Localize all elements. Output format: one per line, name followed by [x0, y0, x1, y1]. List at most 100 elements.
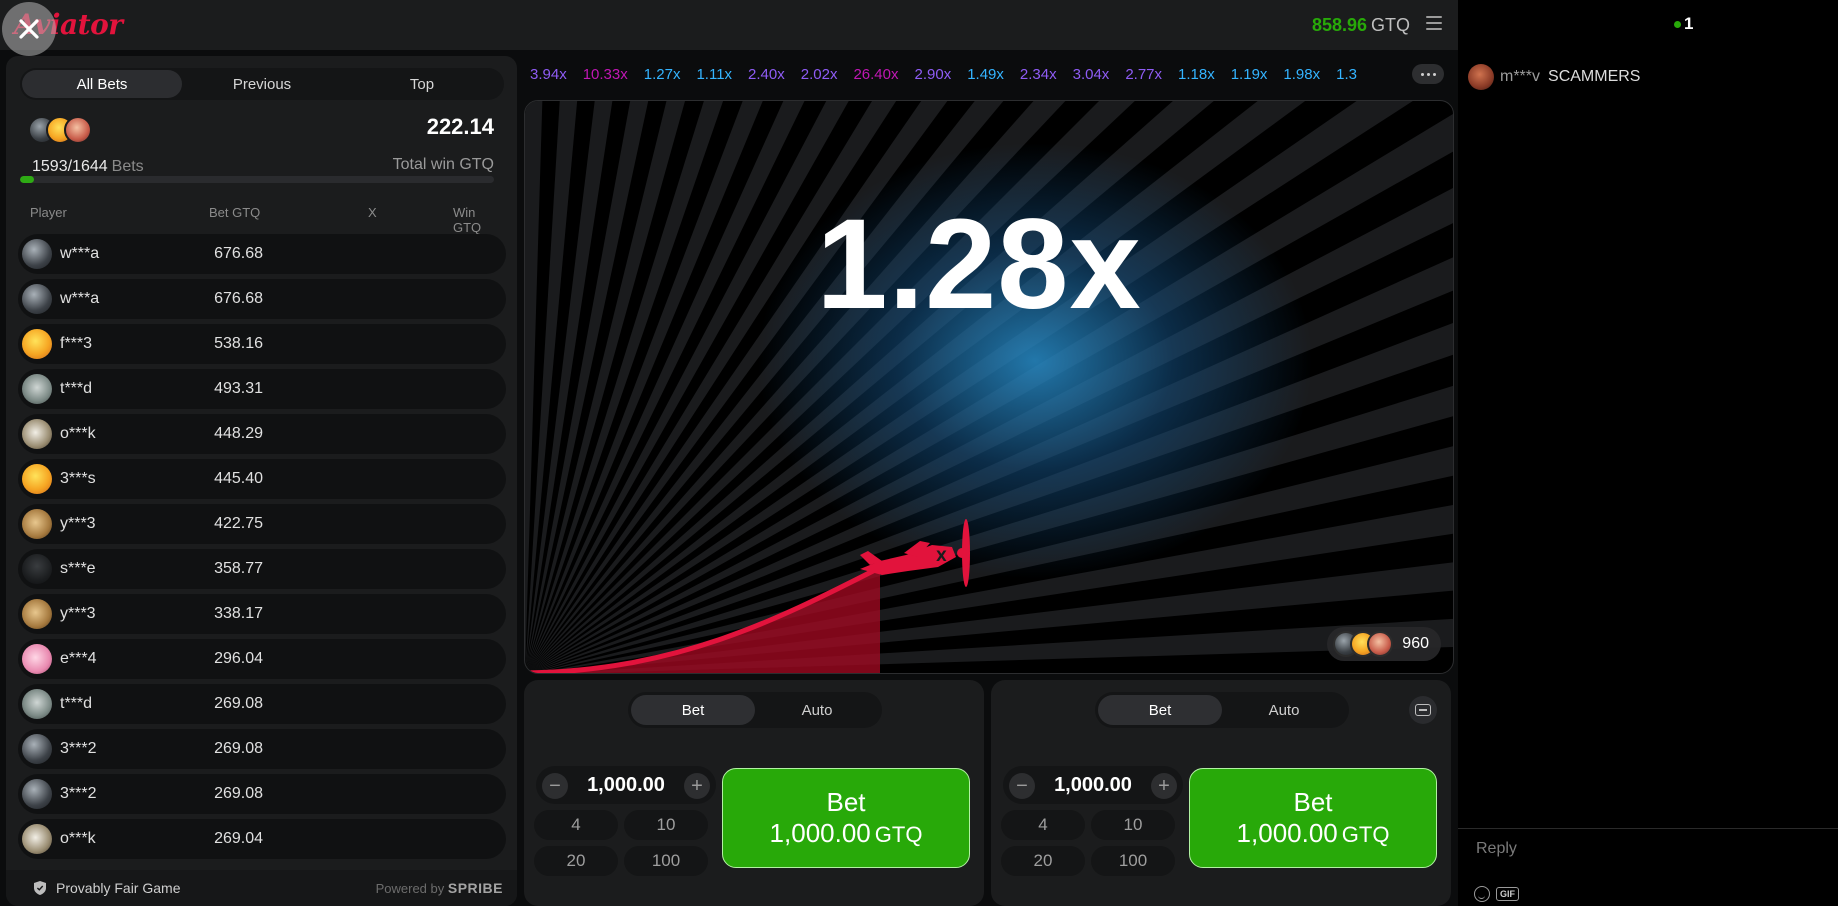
player-name: y***3 — [60, 515, 96, 532]
chat-message-user: m***v — [1500, 68, 1541, 85]
tab-top[interactable]: Top — [342, 70, 502, 98]
balance-value: 858.96 — [1311, 15, 1367, 35]
emoji-icon[interactable] — [1474, 886, 1490, 902]
player-name: f***3 — [60, 335, 93, 352]
svg-text:X: X — [936, 549, 947, 565]
avatar — [22, 779, 52, 809]
bets-progress-bar — [20, 176, 494, 183]
table-row: e***4 296.04 — [18, 639, 506, 679]
minus-icon[interactable]: − — [1009, 773, 1035, 799]
history-multiplier[interactable]: 2.77x — [1125, 66, 1162, 83]
table-row: w***a 676.68 — [18, 279, 506, 319]
chat-message-text: SCAMMERS — [1548, 68, 1641, 85]
col-win: Win GTQ — [453, 205, 482, 235]
reply-input[interactable]: Reply — [1476, 840, 1517, 858]
player-name: s***e — [60, 560, 96, 577]
summary-avatars — [28, 116, 92, 144]
powered-by: Powered by SPRIBE — [376, 880, 503, 896]
player-name: w***a — [60, 290, 100, 307]
quick-amount-button[interactable]: 10 — [624, 810, 708, 840]
table-row: 3***2 269.08 — [18, 729, 506, 769]
plus-icon[interactable]: + — [1151, 773, 1177, 799]
players-count-badge: 960 — [1327, 627, 1441, 661]
history-multiplier[interactable]: 2.02x — [801, 66, 838, 83]
avatar — [22, 374, 52, 404]
remove-panel-icon[interactable] — [1409, 696, 1437, 724]
tab-bet[interactable]: Bet — [631, 695, 755, 725]
table-row: y***3 338.17 — [18, 594, 506, 634]
history-multiplier[interactable]: 1.98x — [1283, 66, 1320, 83]
powered-by-label: Powered by — [375, 881, 445, 896]
table-row: f***3 538.16 — [18, 324, 506, 364]
quick-amount-button[interactable]: 4 — [534, 810, 618, 840]
table-row: t***d 269.08 — [18, 684, 506, 724]
table-row: o***k 269.04 — [18, 819, 506, 859]
bet-button-amount: 1,000.00 GTQ — [769, 818, 923, 848]
quick-amount-button[interactable]: 20 — [534, 846, 618, 876]
bet-amount: 448.29 — [214, 425, 263, 442]
tab-auto[interactable]: Auto — [755, 695, 879, 725]
history-multiplier[interactable]: 3.04x — [1073, 66, 1110, 83]
player-name: e***4 — [60, 650, 97, 667]
history-multiplier[interactable]: 1.18x — [1178, 66, 1215, 83]
quick-amount-button[interactable]: 100 — [624, 846, 708, 876]
bets-progress-fill — [20, 176, 35, 183]
tab-previous[interactable]: Previous — [182, 70, 342, 98]
quick-amount-button[interactable]: 10 — [1091, 810, 1175, 840]
bet-button[interactable]: Bet 1,000.00 GTQ — [1189, 768, 1437, 868]
bet-panel-tabs: Bet Auto — [628, 692, 882, 728]
bet-button-label: Bet — [826, 787, 866, 817]
chat-header: 1 — [1458, 0, 1838, 50]
bets-summary: 1593/1644 Bets 222.14 Total win GTQ — [20, 112, 504, 198]
close-icon[interactable] — [2, 2, 56, 56]
player-name: t***d — [60, 380, 93, 397]
bet-button[interactable]: Bet 1,000.00 GTQ — [722, 768, 970, 868]
bet-button-amount: 1,000.00 GTQ — [1236, 818, 1390, 848]
gif-icon[interactable]: GIF — [1496, 887, 1519, 901]
quick-amount-button[interactable]: 100 — [1091, 846, 1175, 876]
player-name: w***a — [60, 245, 100, 262]
menu-icon[interactable] — [1426, 16, 1442, 30]
bet-panel-tabs: Bet Auto — [1095, 692, 1349, 728]
avatar — [22, 464, 52, 494]
quick-amount-button[interactable]: 4 — [1001, 810, 1085, 840]
bet-amount-stepper: − 1,000.00 + — [1003, 766, 1183, 804]
history-multiplier[interactable]: 1.19x — [1231, 66, 1268, 83]
player-name: o***k — [60, 425, 96, 442]
multiplier-history: 3.94x 10.33x 1.27x 1.11x 2.40x 2.02x 26.40x 2.9… — [530, 60, 1446, 88]
avatar — [22, 329, 52, 359]
tab-all-bets[interactable]: All Bets — [22, 70, 182, 98]
bets-count-value: 1593/1644 — [32, 158, 108, 175]
bets-list: w***a 676.68 w***a 676.68 f***3 538.16 t***d 49… — [18, 234, 506, 864]
provably-fair-link[interactable]: Provably Fair Game — [56, 880, 180, 896]
tab-auto[interactable]: Auto — [1222, 695, 1346, 725]
history-multiplier[interactable]: 10.33x — [583, 66, 628, 83]
flight-curve: X — [525, 519, 970, 673]
history-multiplier[interactable]: 2.34x — [1020, 66, 1057, 83]
game-stage: X 1.28x 960 — [524, 100, 1454, 674]
table-row: 3***s 445.40 — [18, 459, 506, 499]
avatar — [1468, 64, 1494, 90]
history-multiplier[interactable]: 3.94x — [530, 66, 567, 83]
history-multiplier[interactable]: 2.40x — [748, 66, 785, 83]
bet-amount: 538.16 — [214, 335, 263, 352]
bet-amount-input[interactable]: 1,000.00 — [587, 774, 665, 797]
player-name: 3***s — [60, 470, 96, 487]
bet-amount-input[interactable]: 1,000.00 — [1054, 774, 1132, 797]
history-multiplier[interactable]: 2.90x — [915, 66, 952, 83]
quick-amount-button[interactable]: 20 — [1001, 846, 1085, 876]
history-multiplier[interactable]: 26.40x — [853, 66, 898, 83]
avatar — [22, 689, 52, 719]
player-name: o***k — [60, 830, 96, 847]
avatar — [1367, 631, 1394, 657]
history-multiplier[interactable]: 1.27x — [644, 66, 681, 83]
history-multiplier[interactable]: 1.49x — [967, 66, 1004, 83]
plus-icon[interactable]: + — [684, 773, 710, 799]
history-more-button[interactable] — [1412, 64, 1444, 84]
tab-bet[interactable]: Bet — [1098, 695, 1222, 725]
avatar — [22, 239, 52, 269]
bet-amount: 269.08 — [214, 695, 263, 712]
history-multiplier[interactable]: 1.11x — [696, 66, 732, 83]
history-multiplier[interactable]: 1.3 — [1336, 66, 1357, 83]
minus-icon[interactable]: − — [542, 773, 568, 799]
